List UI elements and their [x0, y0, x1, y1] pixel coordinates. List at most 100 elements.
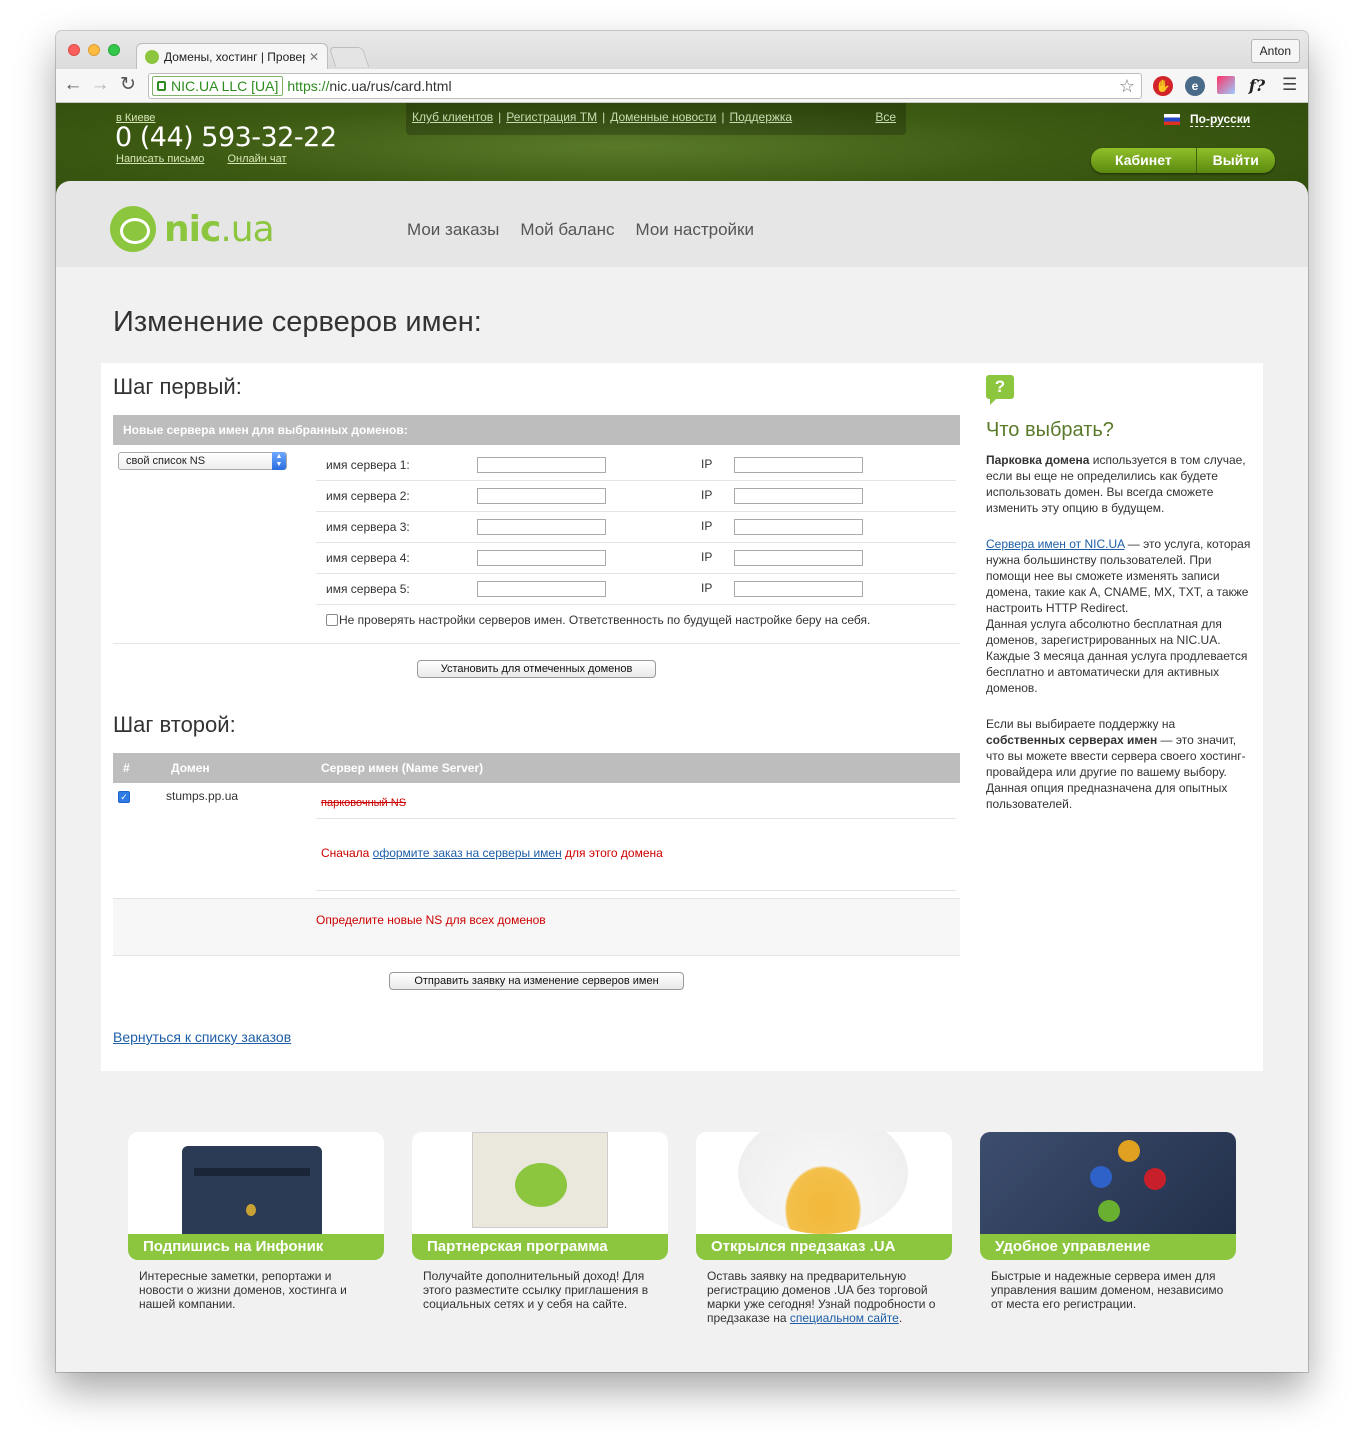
ns-row-4: имя сервера 4: IP	[316, 543, 956, 574]
col-domain: Домен	[171, 761, 210, 775]
ns5-ip-input[interactable]	[734, 581, 863, 597]
cabinet-button[interactable]: Кабинет	[1091, 148, 1196, 173]
ns3-name-input[interactable]	[477, 519, 606, 535]
parked-ns-label: парковочный NS	[321, 797, 407, 809]
forward-icon[interactable]: →	[89, 74, 111, 96]
main-navigation: Мои заказы Мой баланс Мои настройки	[407, 220, 775, 240]
order-ns-cell: Сначала оформите заказ на серверы имен д…	[316, 833, 956, 891]
profile-button[interactable]: Anton	[1250, 39, 1300, 63]
step1-title: Шаг первый:	[113, 374, 242, 399]
language-switcher: По-русски	[1164, 112, 1251, 127]
divider	[113, 955, 960, 956]
promo-infonik[interactable]: Подпишись на Инфоник Интересные заметки,…	[128, 1132, 384, 1311]
phone-number: 0 (44) 593-32-22	[115, 122, 337, 153]
browser-window: Домены, хостинг | Провер ✕ Anton ← → ↻ N…	[56, 31, 1308, 1372]
topnav-tm-registration[interactable]: Регистрация ТМ	[506, 110, 597, 124]
ns-type-select[interactable]: свой список NS ▲ ▼	[118, 452, 287, 470]
nic-ua-logo[interactable]: nic.ua	[110, 206, 275, 252]
apply-ns-button[interactable]: Установить для отмеченных доменов	[417, 660, 656, 678]
ns-row-5: имя сервера 5: IP	[316, 574, 956, 605]
contact-links: Написать письмо Онлайн чат	[116, 153, 307, 165]
lock-icon	[157, 81, 166, 91]
envelope-image	[412, 1132, 668, 1234]
nav-my-orders[interactable]: Мои заказы	[407, 220, 499, 240]
logo-bar: nic.ua Мои заказы Мой баланс Мои настрой…	[56, 181, 1308, 267]
bookmark-star-icon[interactable]: ☆	[1119, 76, 1135, 97]
logout-button[interactable]: Выйти	[1195, 148, 1275, 173]
col-name-server: Сервер имен (Name Server)	[321, 761, 484, 775]
ev-certificate-badge[interactable]: NIC.UA LLC [UA]	[152, 76, 284, 96]
col-number: #	[123, 761, 130, 775]
special-site-link[interactable]: специальном сайте	[790, 1311, 899, 1325]
close-window-button[interactable]	[68, 44, 80, 56]
skip-check-checkbox[interactable]	[326, 614, 338, 626]
sidebar-own-ns-text: Если вы выбираете поддержку на собственн…	[986, 717, 1246, 811]
nav-my-settings[interactable]: Мои настройки	[635, 220, 754, 240]
top-navigation: Клуб клиентов | Регистрация ТМ | Доменные но…	[406, 103, 906, 135]
page-title: Изменение серверов имен:	[113, 306, 482, 338]
step1-header-bar: Новые сервера имен для выбранных доменов…	[113, 415, 960, 445]
nav-my-balance[interactable]: Мой баланс	[520, 220, 614, 240]
address-bar[interactable]: NIC.UA LLC [UA] https://nic.ua/rus/card.…	[148, 73, 1142, 99]
new-tab-button[interactable]	[328, 47, 370, 67]
question-icon: ?	[986, 375, 1014, 405]
zoom-window-button[interactable]	[108, 44, 120, 56]
write-letter-link[interactable]: Написать письмо	[116, 153, 204, 165]
topnav-all[interactable]: Все	[875, 110, 896, 124]
adblock-extension-icon[interactable]: ✋	[1153, 76, 1173, 96]
submit-ns-change-button[interactable]: Отправить заявку на изменение серверов и…	[389, 972, 684, 990]
account-buttons: Кабинет Выйти	[1091, 148, 1275, 173]
topnav-clients-club[interactable]: Клуб клиентов	[412, 110, 493, 124]
ns2-name-input[interactable]	[477, 488, 606, 504]
ns1-name-input[interactable]	[477, 457, 606, 473]
ns2-ip-input[interactable]	[734, 488, 863, 504]
language-link[interactable]: По-русски	[1190, 112, 1251, 127]
ns1-ip-input[interactable]	[734, 457, 863, 473]
favicon-icon	[145, 49, 159, 64]
ns4-ip-input[interactable]	[734, 550, 863, 566]
tab-title: Домены, хостинг | Провер	[164, 49, 305, 64]
define-ns-warning: Определите новые NS для всех доменов	[316, 913, 546, 927]
current-ns-cell: парковочный NS	[316, 783, 956, 819]
topnav-support[interactable]: Поддержка	[730, 110, 793, 124]
chevron-updown-icon: ▲ ▼	[272, 452, 286, 470]
gamepad-image	[980, 1132, 1236, 1234]
hourglass-image	[696, 1132, 952, 1234]
url-text: https://nic.ua/rus/card.html	[287, 78, 452, 94]
skip-check-option: Не проверять настройки серверов имен. От…	[326, 613, 870, 627]
promo-partner[interactable]: Партнерская программа Получайте дополнит…	[412, 1132, 668, 1311]
close-tab-icon[interactable]: ✕	[309, 50, 319, 64]
font-extension-icon[interactable]: f?	[1247, 76, 1267, 96]
browser-menu-icon[interactable]: ☰	[1282, 76, 1297, 93]
sidebar-title: Что выбрать?	[986, 419, 1114, 441]
extension-icon[interactable]: e	[1185, 76, 1205, 96]
online-chat-link[interactable]: Онлайн чат	[227, 153, 286, 165]
back-icon[interactable]: ←	[62, 74, 84, 96]
step2-title: Шаг второй:	[113, 712, 236, 737]
sidebar-parking-text: Парковка домена используется в том случа…	[986, 453, 1246, 515]
minimize-window-button[interactable]	[88, 44, 100, 56]
topnav-domain-news[interactable]: Доменные новости	[610, 110, 716, 124]
mailbox-image	[128, 1132, 384, 1234]
reload-icon[interactable]: ↻	[117, 74, 139, 96]
color-extension-icon[interactable]	[1217, 76, 1235, 94]
divider	[113, 643, 960, 644]
tab-strip: Домены, хостинг | Провер ✕ Anton	[56, 31, 1308, 69]
browser-toolbar: ← → ↻ NIC.UA LLC [UA] https://nic.ua/rus…	[56, 69, 1308, 103]
ns5-name-input[interactable]	[477, 581, 606, 597]
browser-tab[interactable]: Домены, хостинг | Провер ✕	[136, 43, 328, 69]
nic-ns-link[interactable]: Сервера имен от NIC.UA	[986, 537, 1124, 551]
ns-row-1: имя сервера 1: IP	[316, 450, 956, 481]
back-to-orders-link[interactable]: Вернуться к списку заказов	[113, 1029, 291, 1045]
define-ns-row: Определите новые NS для всех доменов	[113, 899, 960, 955]
promo-preorder[interactable]: Открылся предзаказ .UA Оставь заявку на …	[696, 1132, 952, 1325]
russia-flag-icon	[1164, 114, 1180, 125]
domain-select-checkbox[interactable]: ✓	[118, 791, 130, 803]
ns4-name-input[interactable]	[477, 550, 606, 566]
promo-management[interactable]: Удобное управление Быстрые и надежные се…	[980, 1132, 1236, 1311]
sidebar-nic-ns-text: Сервера имен от NIC.UA — это услуга, кот…	[986, 537, 1251, 695]
content-panel: Шаг первый: Новые сервера имен для выбра…	[101, 363, 1263, 1071]
order-ns-link[interactable]: оформите заказ на серверы имен	[373, 846, 562, 860]
domain-name: stumps.pp.ua	[166, 789, 239, 803]
ns3-ip-input[interactable]	[734, 519, 863, 535]
